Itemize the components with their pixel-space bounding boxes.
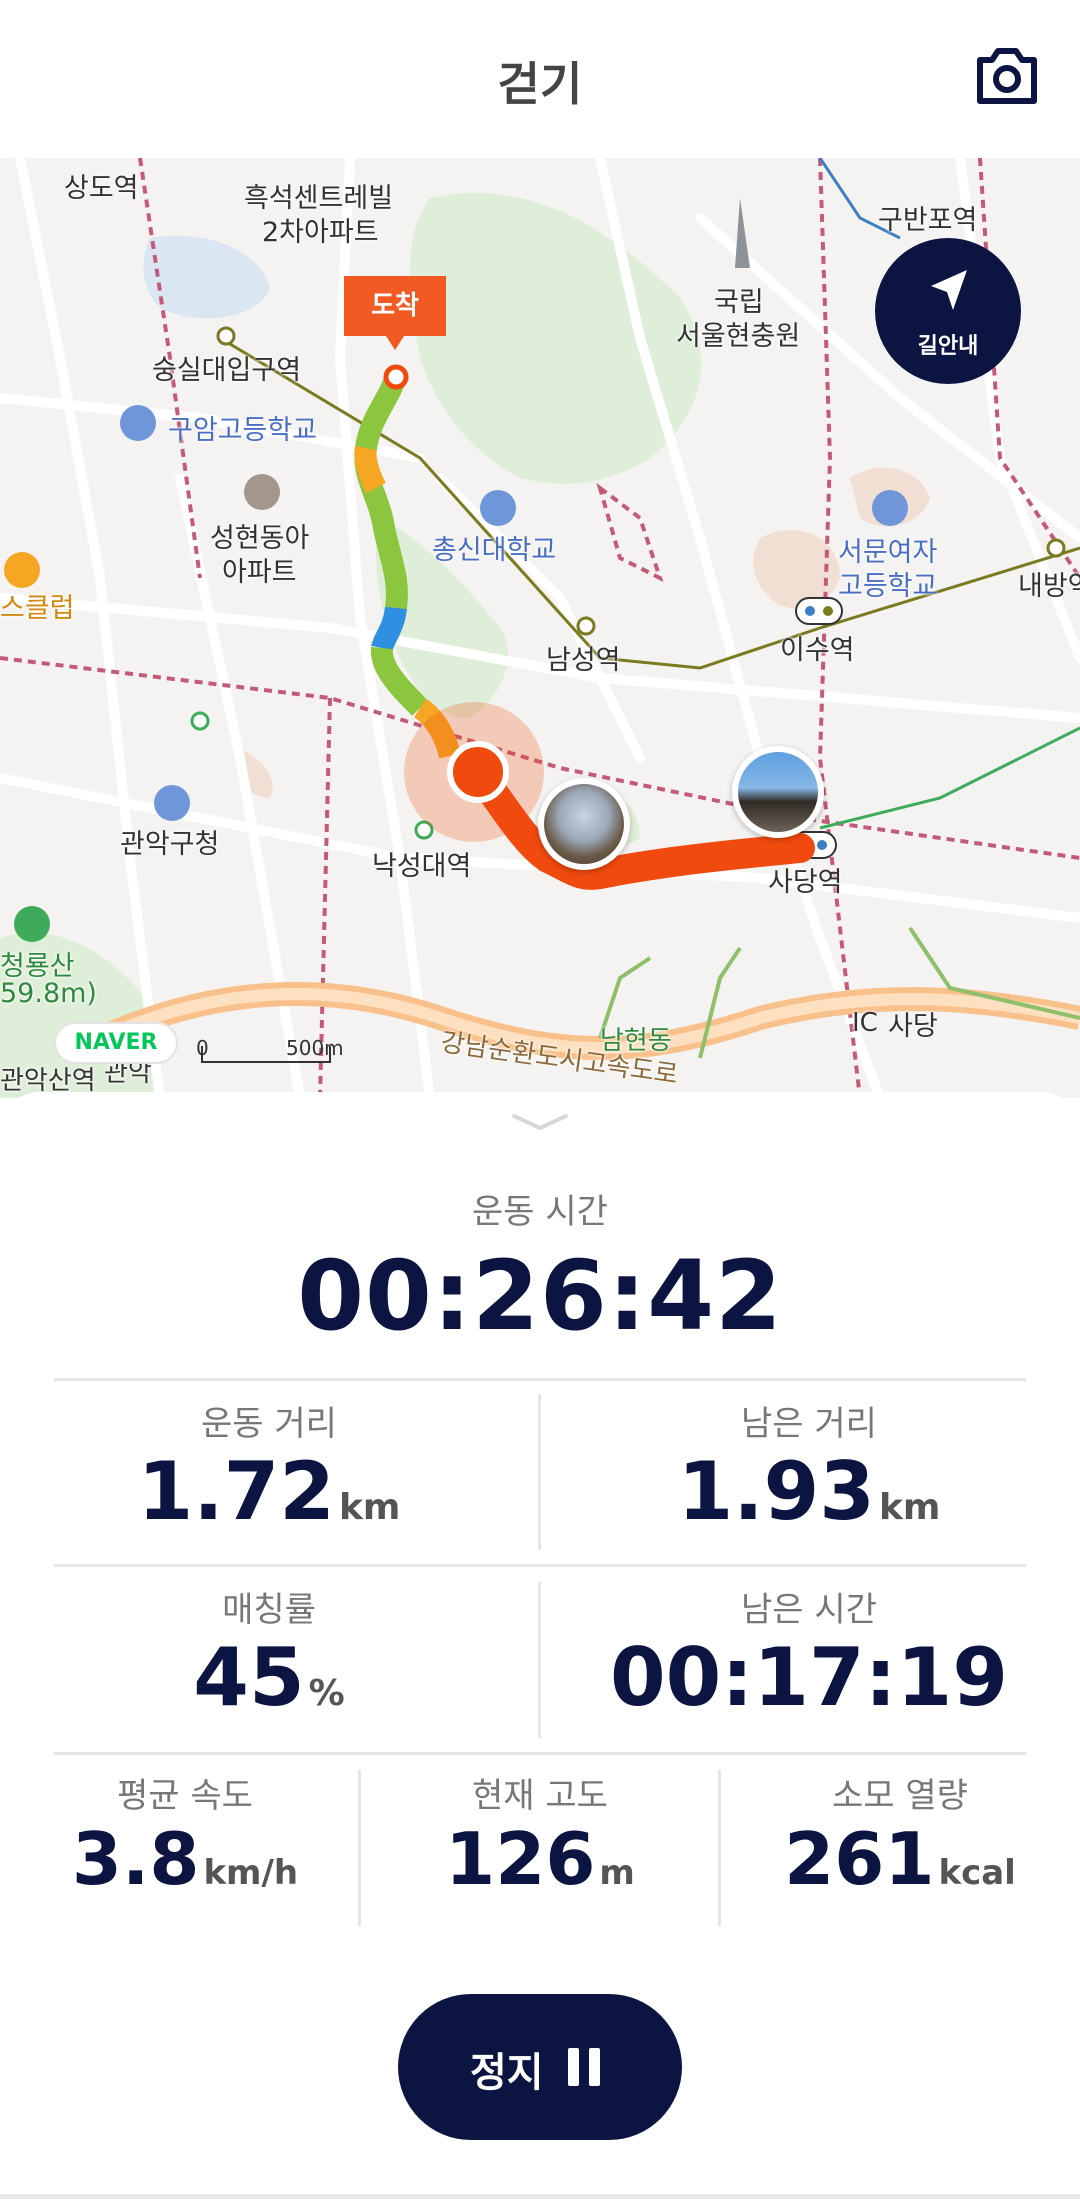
altitude-value: 126	[445, 1817, 596, 1901]
map-label: 관악구청	[120, 829, 220, 860]
map-label: 사당역	[768, 867, 843, 898]
matching-rate-value: 45	[193, 1631, 305, 1724]
avg-speed-stat: 평균 속도 3.8 km/h	[30, 1768, 340, 1901]
map-label: 구반포역	[878, 205, 978, 236]
scale-zero-label: 0	[196, 1036, 209, 1060]
avg-speed-label: 평균 속도	[117, 1776, 253, 1816]
camera-icon[interactable]	[974, 46, 1040, 106]
map-label: 낙성대역	[372, 851, 472, 882]
route-photo-thumbnail[interactable]	[732, 746, 824, 838]
remaining-distance-stat: 남은 거리 1.93 km	[594, 1396, 1024, 1538]
map-label: 구암고등학교	[168, 415, 318, 446]
map-label: 이수역	[780, 635, 855, 666]
remaining-distance-unit: km	[878, 1487, 941, 1528]
altitude-label: 현재 고도	[472, 1776, 608, 1816]
map-label: 사당	[888, 1011, 938, 1042]
divider	[54, 1378, 1026, 1381]
calories-stat: 소모 열량 261 kcal	[740, 1768, 1060, 1901]
map-label: 상도역	[64, 173, 139, 204]
calories-label: 소모 열량	[832, 1776, 968, 1816]
workout-time-label: 운동 시간	[472, 1192, 608, 1232]
divider	[54, 1752, 1026, 1755]
map-label: 남성역	[546, 645, 621, 676]
map-label: 숭실대입구역	[152, 355, 302, 386]
app-header: 걷기	[0, 0, 1080, 158]
avg-speed-value: 3.8	[71, 1817, 200, 1901]
map-label: 내방역	[1018, 571, 1080, 602]
matching-rate-unit: %	[308, 1673, 345, 1714]
page-title: 걷기	[497, 57, 583, 111]
map-label: 총신대학교	[432, 535, 557, 566]
map-label: 스클럽	[0, 593, 75, 624]
divider	[54, 1564, 1026, 1567]
workout-time-value: 00:26:42	[297, 1240, 783, 1352]
route-map[interactable]: 상도역 흑석센트레빌 2차아파트 구반포역 국립 서울현충원 숭실대입구역 구암…	[0, 158, 1080, 1098]
calories-value: 261	[784, 1817, 935, 1901]
altitude-unit: m	[599, 1853, 635, 1893]
distance-label: 운동 거리	[201, 1404, 337, 1444]
remaining-distance-label: 남은 거리	[741, 1404, 877, 1444]
naver-logo: NAVER	[54, 1022, 178, 1064]
matching-rate-stat: 매칭률 45%	[54, 1582, 484, 1724]
stop-label: 정지	[470, 2050, 544, 2096]
map-label: IC	[852, 1008, 878, 1038]
matching-rate-label: 매칭률	[222, 1590, 316, 1630]
map-label: 고등학교	[838, 571, 938, 602]
distance-unit: km	[338, 1487, 401, 1528]
collapse-chevron-icon[interactable]	[510, 1112, 570, 1132]
divider	[538, 1394, 541, 1550]
distance-stat: 운동 거리 1.72 km	[54, 1396, 484, 1538]
altitude-stat: 현재 고도 126 m	[380, 1768, 700, 1901]
map-label: 2차아파트	[262, 217, 379, 248]
navigation-button[interactable]: 길안내	[875, 238, 1021, 384]
divider	[358, 1770, 361, 1926]
distance-value: 1.72	[137, 1445, 335, 1538]
stop-button[interactable]: 정지	[398, 1994, 682, 2140]
remaining-time-stat: 남은 시간 00:17:19	[594, 1582, 1024, 1724]
remaining-distance-value: 1.93	[677, 1445, 875, 1538]
divider	[718, 1770, 721, 1926]
divider	[538, 1582, 541, 1738]
pause-icon	[568, 2048, 600, 2086]
map-label: 아파트	[222, 557, 297, 588]
route-photo-thumbnail[interactable]	[538, 778, 630, 870]
scale-distance-label: 500m	[286, 1036, 344, 1060]
map-label: 서울현충원	[676, 321, 801, 352]
remaining-time-value: 00:17:19	[610, 1631, 1008, 1724]
navigation-arrow-icon	[931, 270, 967, 310]
bottom-divider	[0, 2194, 1080, 2199]
calories-unit: kcal	[938, 1853, 1016, 1893]
arrival-marker: 도착	[344, 276, 446, 350]
map-label: 59.8m)	[0, 978, 97, 1009]
navigation-label: 길안내	[917, 334, 979, 359]
avg-speed-unit: km/h	[203, 1853, 299, 1893]
remaining-time-label: 남은 시간	[741, 1590, 877, 1630]
